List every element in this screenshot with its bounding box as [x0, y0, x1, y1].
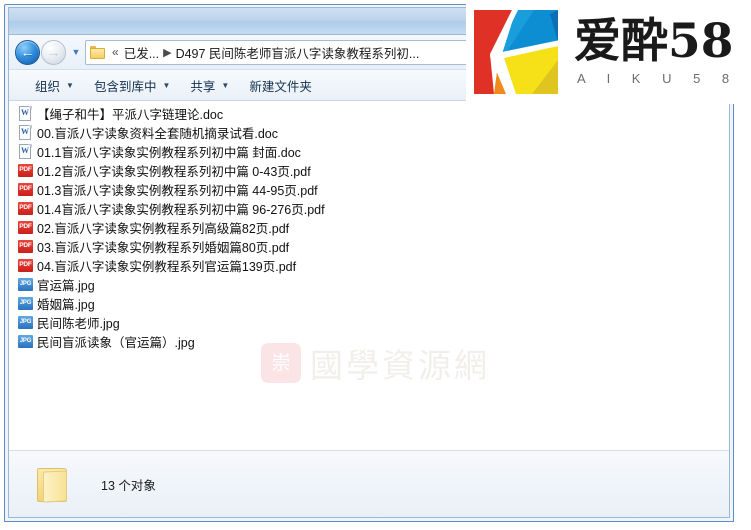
chevron-down-icon: ▼ [221, 80, 230, 90]
doc-icon-glyph: W [21, 108, 29, 117]
status-item-count: 13 个对象 [101, 478, 156, 493]
jpg-file-icon: JPG [18, 277, 33, 293]
file-name: 02.盲派八字读象实例教程系列高级篇82页.pdf [37, 222, 290, 236]
jpg-icon-label: JPG [19, 319, 32, 325]
pdf-icon-label: PDF [19, 203, 32, 211]
file-name: 民间陈老师.jpg [37, 317, 120, 331]
doc-file-icon: W [18, 124, 33, 141]
brand-logo: 爱酔58 A I K U 5 8 [466, 0, 751, 104]
watermark-logo-glyph: 崇 [271, 351, 291, 374]
pdf-icon-label: PDF [19, 184, 32, 192]
aiku58-logo-icon [472, 8, 560, 96]
jpg-icon-label: JPG [19, 338, 32, 344]
toolbar-item-organize-label: 组织 [35, 79, 61, 94]
toolbar-item-include-in-library-label: 包含到库中 [93, 79, 157, 94]
back-button[interactable]: ← [15, 39, 40, 65]
pdf-file-icon: PDF [18, 258, 33, 274]
history-dropdown-button[interactable]: ▼ [69, 47, 83, 57]
brand-name-en: A I K U 5 8 [577, 71, 739, 87]
chevron-down-icon: ▼ [162, 80, 171, 90]
file-list-item[interactable]: PDF 04.盲派八字读象实例教程系列官运篇139页.pdf [9, 256, 729, 275]
breadcrumb-item-current[interactable]: D497 民间陈老师盲派八字读象教程系列初... [176, 43, 420, 62]
file-list-item[interactable]: JPG 民间陈老师.jpg [9, 313, 729, 332]
file-name: 01.4盲派八字读象实例教程系列初中篇 96-276页.pdf [37, 203, 325, 217]
toolbar-item-share-label: 共享 [190, 79, 216, 94]
file-list-pane[interactable]: 崇 國學資源網 W 【绳子和牛】平派八字链理论.doc W 00.盲派八字读象资料全套… [9, 101, 729, 451]
toolbar-item-organize[interactable]: 组织 ▼ [25, 73, 84, 98]
file-name: 官运篇.jpg [37, 279, 95, 293]
pdf-file-icon: PDF [18, 163, 33, 179]
pdf-icon-label: PDF [19, 260, 32, 268]
file-list-item[interactable]: JPG 官运篇.jpg [9, 275, 729, 294]
file-list-item[interactable]: PDF 01.4盲派八字读象实例教程系列初中篇 96-276页.pdf [9, 199, 729, 218]
pdf-icon-label: PDF [19, 165, 32, 173]
status-folder-icon [35, 465, 75, 503]
breadcrumb-item-parent[interactable]: 已发... [124, 43, 159, 62]
brand-name-cn: 爱酔58 [574, 13, 734, 69]
file-name: 01.3盲派八字读象实例教程系列初中篇 44-95页.pdf [37, 184, 318, 198]
file-list-item[interactable]: JPG 民间盲派读象（官运篇）.jpg [9, 332, 729, 351]
doc-file-icon: W [18, 105, 33, 122]
pdf-icon-label: PDF [19, 222, 32, 230]
pdf-file-icon: PDF [18, 182, 33, 198]
file-list-item[interactable]: PDF 01.2盲派八字读象实例教程系列初中篇 0-43页.pdf [9, 161, 729, 180]
file-list-item[interactable]: JPG 婚姻篇.jpg [9, 294, 729, 313]
file-list: W 【绳子和牛】平派八字链理论.doc W 00.盲派八字读象资料全套随机摘录试看.d… [9, 101, 729, 351]
file-name: 03.盲派八字读象实例教程系列婚姻篇80页.pdf [37, 241, 290, 255]
forward-arrow-icon: → [46, 44, 61, 60]
file-name: 04.盲派八字读象实例教程系列官运篇139页.pdf [37, 260, 297, 274]
doc-icon-glyph: W [21, 127, 29, 136]
status-bar: 13 个对象 [9, 451, 729, 517]
file-list-item[interactable]: PDF 02.盲派八字读象实例教程系列高级篇82页.pdf [9, 218, 729, 237]
window-right-edge [734, 104, 751, 530]
jpg-file-icon: JPG [18, 296, 33, 312]
pdf-file-icon: PDF [18, 201, 33, 217]
jpg-file-icon: JPG [18, 334, 33, 350]
pdf-file-icon: PDF [18, 239, 33, 255]
doc-icon-glyph: W [21, 146, 29, 155]
file-name: 【绳子和牛】平派八字链理论.doc [37, 108, 224, 122]
file-list-item[interactable]: W 00.盲派八字读象资料全套随机摘录试看.doc [9, 123, 729, 142]
breadcrumb-overflow-icon[interactable]: « [112, 45, 119, 59]
file-name: 01.2盲派八字读象实例教程系列初中篇 0-43页.pdf [37, 165, 311, 179]
jpg-icon-label: JPG [19, 281, 32, 287]
jpg-file-icon: JPG [18, 315, 33, 331]
pdf-file-icon: PDF [18, 220, 33, 236]
file-list-item[interactable]: PDF 03.盲派八字读象实例教程系列婚姻篇80页.pdf [9, 237, 729, 256]
file-name: 00.盲派八字读象资料全套随机摘录试看.doc [37, 127, 279, 141]
toolbar-item-new-folder-label: 新建文件夹 [249, 79, 312, 94]
chevron-down-icon: ▼ [66, 80, 74, 90]
toolbar-item-new-folder[interactable]: 新建文件夹 [239, 73, 322, 98]
back-arrow-icon: ← [20, 44, 35, 60]
file-name: 01.1盲派八字读象实例教程系列初中篇 封面.doc [37, 146, 301, 160]
file-name: 民间盲派读象（官运篇）.jpg [37, 336, 195, 350]
screenshot-root: ← → ▼ « 已发... ▶ D497 民间陈老师盲派八字读象教程系列初...… [0, 0, 751, 530]
breadcrumb-folder-icon [90, 45, 105, 59]
file-list-item[interactable]: W 01.1盲派八字读象实例教程系列初中篇 封面.doc [9, 142, 729, 161]
pdf-icon-label: PDF [19, 241, 32, 249]
file-list-item[interactable]: W 【绳子和牛】平派八字链理论.doc [9, 104, 729, 123]
brand-text: 爱酔58 A I K U 5 8 [574, 13, 739, 87]
doc-file-icon: W [18, 143, 33, 160]
file-name: 婚姻篇.jpg [37, 298, 95, 312]
jpg-icon-label: JPG [19, 300, 32, 306]
file-list-item[interactable]: PDF 01.3盲派八字读象实例教程系列初中篇 44-95页.pdf [9, 180, 729, 199]
breadcrumb-separator-icon[interactable]: ▶ [163, 46, 171, 59]
toolbar-item-include-in-library[interactable]: 包含到库中 ▼ [84, 73, 180, 98]
forward-button[interactable]: → [41, 39, 66, 65]
toolbar-item-share[interactable]: 共享 ▼ [180, 73, 239, 98]
